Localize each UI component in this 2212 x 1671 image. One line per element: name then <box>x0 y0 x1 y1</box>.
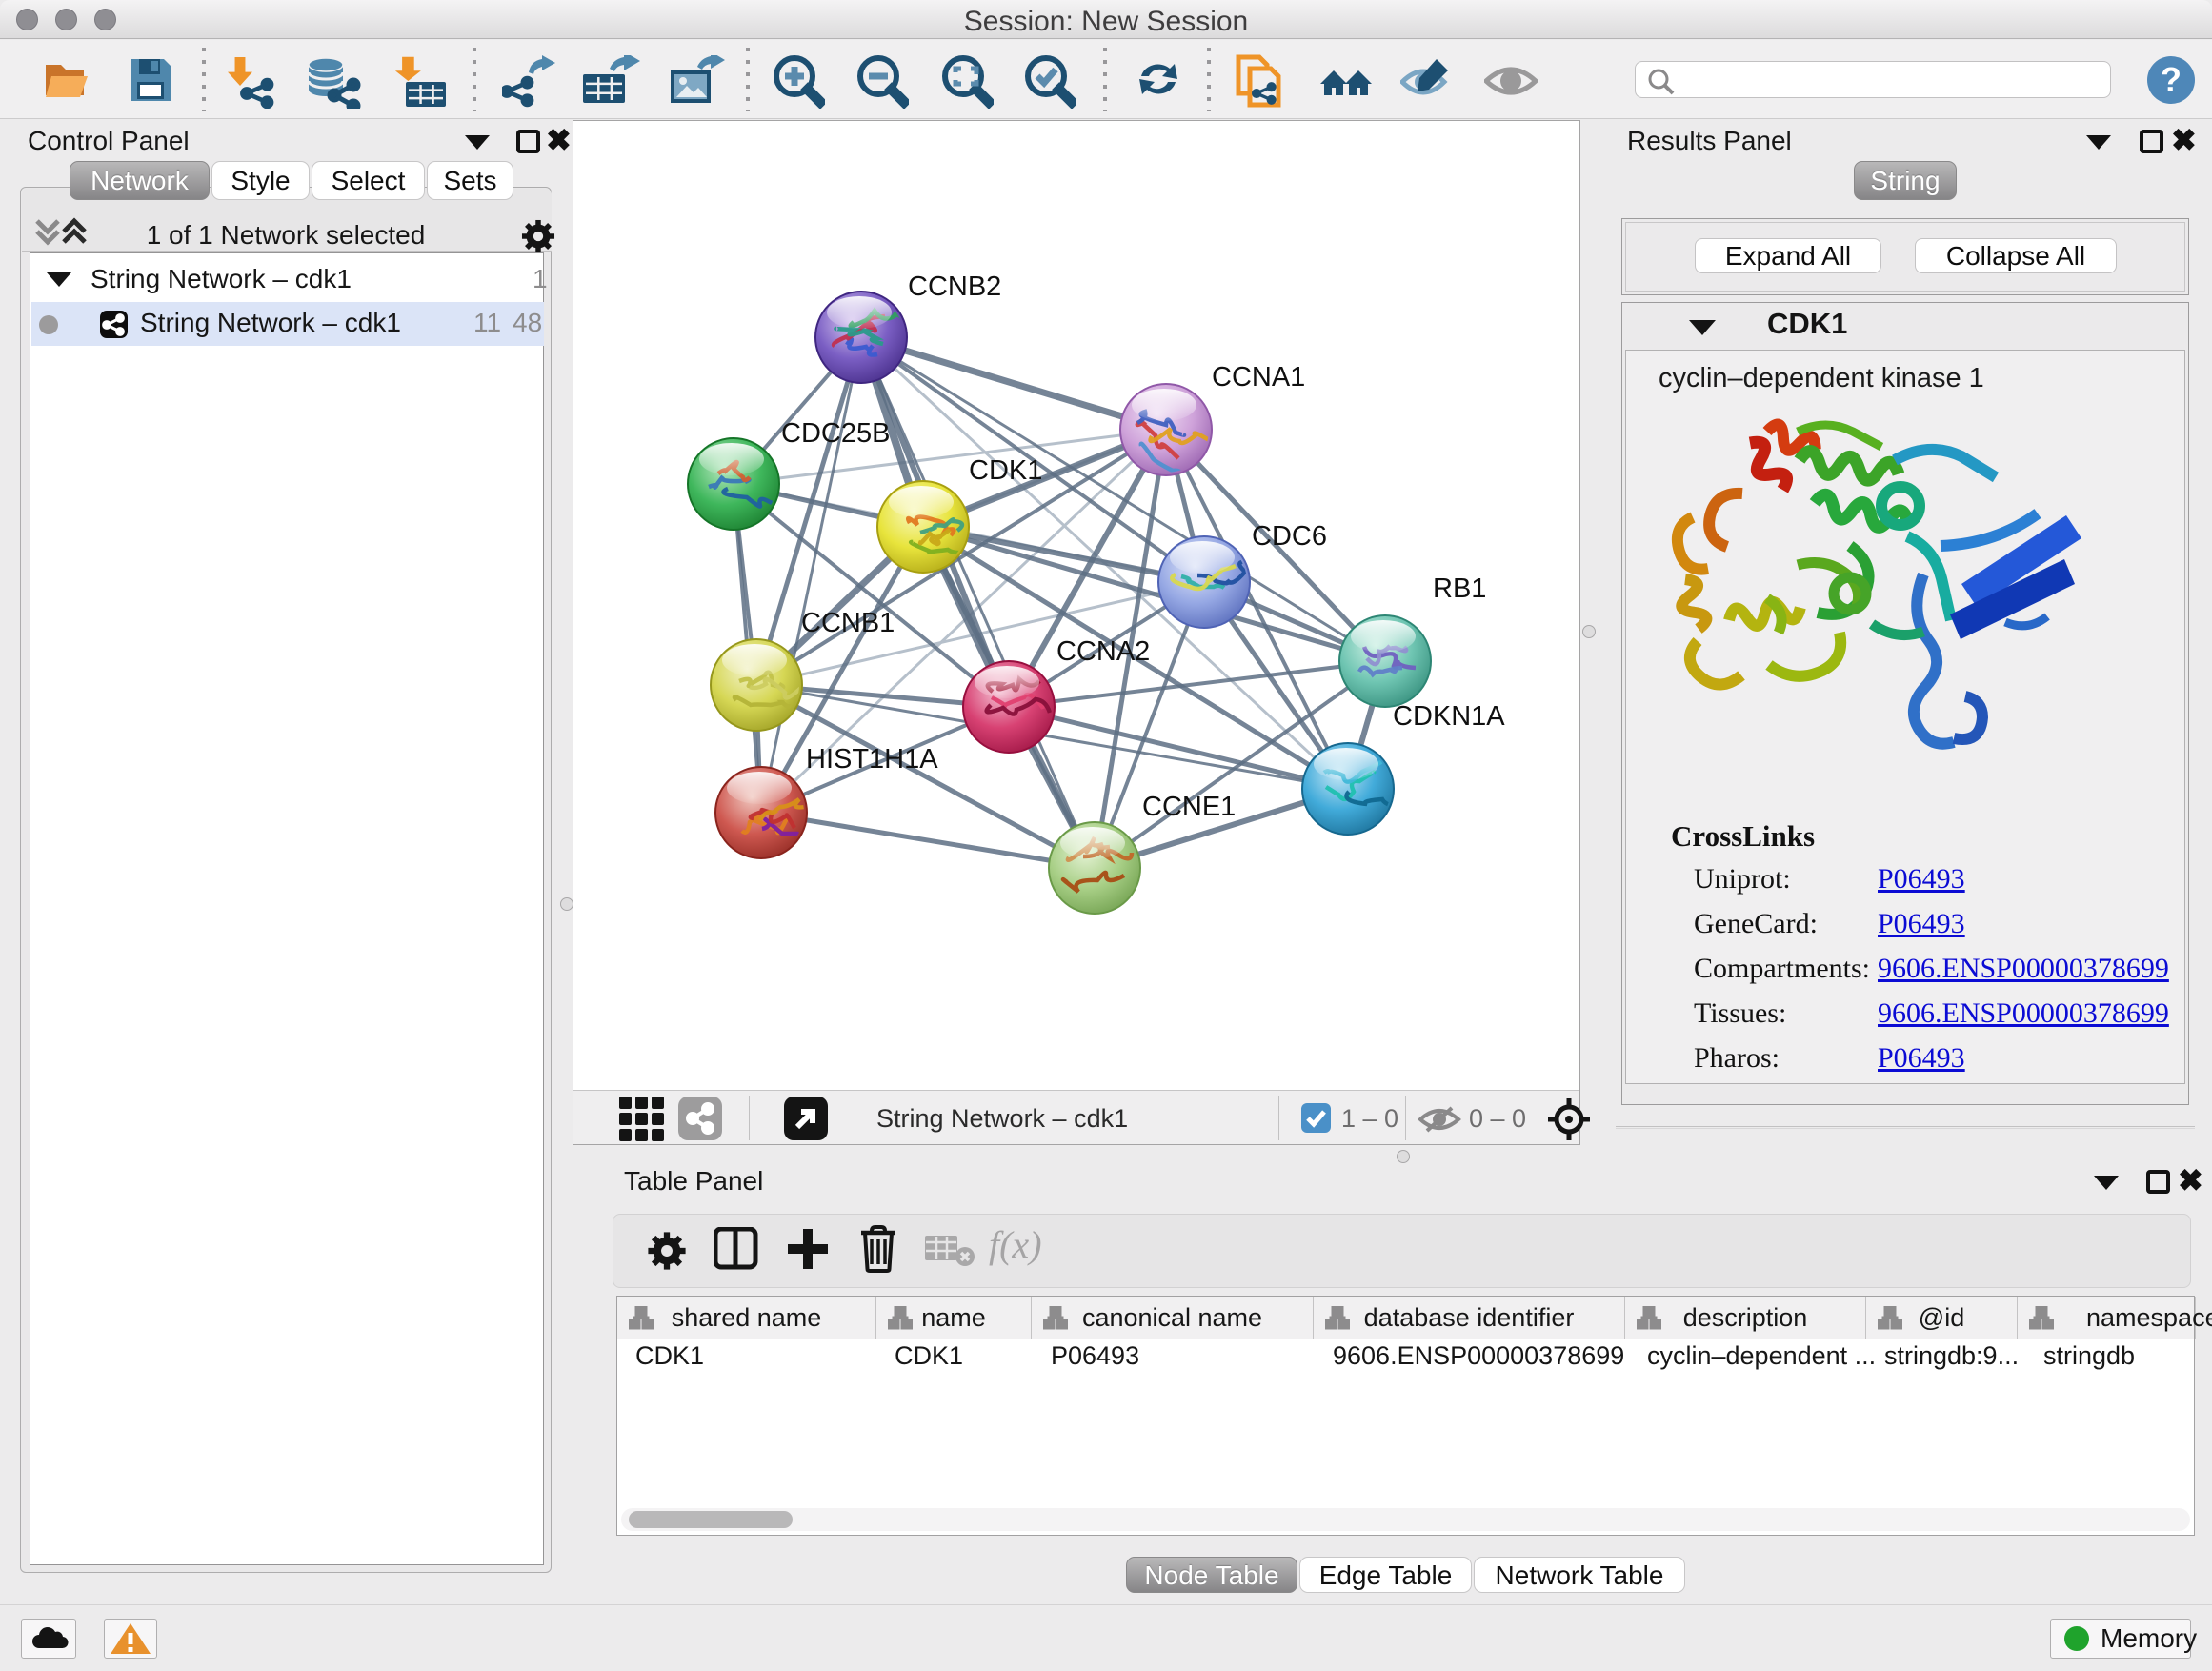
svg-text:CDKN1A: CDKN1A <box>1393 701 1505 732</box>
svg-text:CDK1: CDK1 <box>969 455 1042 486</box>
svg-text:RB1: RB1 <box>1433 574 1486 604</box>
svg-text:CDC6: CDC6 <box>1252 521 1327 552</box>
svg-text:CCNA1: CCNA1 <box>1212 362 1305 393</box>
svg-text:CCNB2: CCNB2 <box>908 272 1001 302</box>
svg-text:?: ? <box>2161 60 2182 99</box>
svg-text:HIST1H1A: HIST1H1A <box>806 744 938 775</box>
svg-text:CCNB1: CCNB1 <box>801 608 895 638</box>
svg-text:CDC25B: CDC25B <box>781 418 890 449</box>
svg-text:CCNE1: CCNE1 <box>1142 792 1236 822</box>
svg-text:CCNA2: CCNA2 <box>1056 636 1150 667</box>
